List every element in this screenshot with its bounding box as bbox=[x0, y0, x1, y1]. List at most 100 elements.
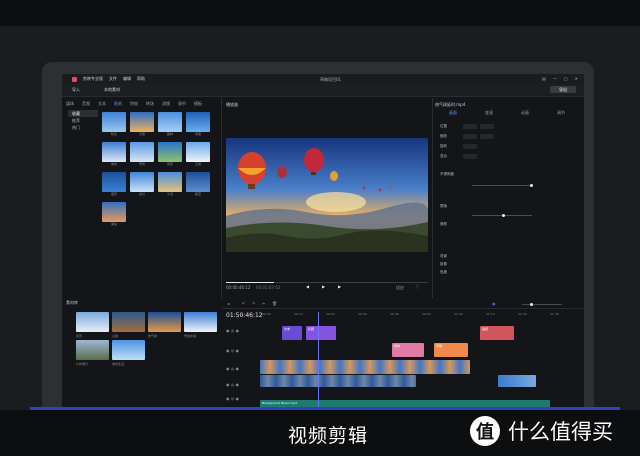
tab-stickers[interactable]: 贴纸 bbox=[114, 101, 122, 109]
thumbnail[interactable] bbox=[130, 172, 154, 192]
thumb-label: 海浪 bbox=[194, 132, 201, 136]
asset-thumbnail[interactable] bbox=[76, 312, 109, 332]
ruler-tick: 01:10 bbox=[486, 312, 495, 316]
thumbnail[interactable] bbox=[186, 142, 210, 162]
asset-thumbnail[interactable] bbox=[184, 312, 217, 332]
maximize-icon[interactable]: ▢ bbox=[564, 76, 568, 81]
tab-adjust[interactable]: 调节 bbox=[178, 101, 186, 109]
asset-thumbnail[interactable] bbox=[76, 340, 109, 360]
thumb-label: 湖泊 bbox=[110, 222, 117, 226]
magnet-icon[interactable]: ◉ bbox=[492, 301, 496, 306]
tab-speed[interactable]: 变速 bbox=[485, 110, 493, 116]
tab-animation[interactable]: 动画 bbox=[521, 110, 529, 116]
asset-thumbnail[interactable] bbox=[112, 312, 145, 332]
thumbnail[interactable] bbox=[158, 172, 182, 192]
tab-adjust[interactable]: 调节 bbox=[557, 110, 565, 116]
ruler-tick: 00:40 bbox=[390, 312, 399, 316]
tab-templates[interactable]: 模板 bbox=[194, 101, 202, 109]
x-field[interactable] bbox=[463, 124, 477, 129]
play-icon[interactable]: ▶ bbox=[322, 284, 325, 289]
clip-label: 特效 bbox=[394, 344, 401, 348]
thumbnail[interactable] bbox=[102, 202, 126, 222]
playhead[interactable] bbox=[318, 312, 319, 408]
rotate-field[interactable] bbox=[463, 144, 477, 149]
split-icon[interactable]: ✂ bbox=[262, 301, 265, 306]
thumbnail[interactable] bbox=[130, 142, 154, 162]
category-item[interactable]: 推荐 bbox=[68, 117, 98, 124]
y-field[interactable] bbox=[480, 124, 494, 129]
timeline-clip[interactable]: 字幕 bbox=[434, 343, 468, 357]
delete-icon[interactable]: 🗑 bbox=[272, 301, 277, 306]
video-clip-strip[interactable] bbox=[260, 375, 416, 387]
fullscreen-icon[interactable]: ⛶ bbox=[416, 284, 419, 289]
redo-icon[interactable]: ↷ bbox=[252, 301, 255, 306]
scale-field[interactable] bbox=[480, 134, 494, 139]
divider bbox=[432, 98, 433, 298]
import-button[interactable]: 导入 bbox=[72, 87, 80, 93]
track-controls[interactable]: ◉ ◎ ◉ bbox=[226, 396, 239, 401]
track-controls[interactable]: ◉ ◎ ◉ bbox=[226, 348, 239, 353]
select-icon[interactable]: ▸ bbox=[228, 301, 230, 306]
asset-thumbnail[interactable] bbox=[148, 312, 181, 332]
ratio-select[interactable]: 适应 bbox=[396, 285, 404, 291]
track-controls[interactable]: ◉ ◎ ◉ bbox=[226, 382, 239, 387]
thumbnail[interactable] bbox=[186, 112, 210, 132]
row-label: 背景 bbox=[440, 254, 447, 258]
close-icon[interactable]: ✕ bbox=[575, 76, 578, 81]
timeline-clip[interactable]: 文本 bbox=[282, 326, 302, 340]
tab-filters[interactable]: 滤镜 bbox=[162, 101, 170, 109]
menu-file[interactable]: 文件 bbox=[109, 76, 117, 82]
thumb-label: 森林 bbox=[166, 132, 173, 136]
scale-field[interactable] bbox=[463, 134, 477, 139]
zoom-slider[interactable] bbox=[522, 303, 562, 306]
track-controls[interactable]: ◉ ◎ ◉ bbox=[226, 366, 239, 371]
tab-effects[interactable]: 特效 bbox=[130, 101, 138, 109]
thumbnail[interactable] bbox=[158, 112, 182, 132]
minimize-icon[interactable]: — bbox=[553, 76, 557, 81]
video-preview[interactable] bbox=[226, 138, 428, 252]
timeline-ruler: 00:00 00:10 00:20 00:30 00:40 00:50 01:0… bbox=[260, 312, 582, 318]
prev-frame-icon[interactable]: ◀ bbox=[306, 284, 309, 289]
menu-edit[interactable]: 编辑 bbox=[123, 76, 131, 82]
timeline-clip[interactable]: 标题 bbox=[306, 326, 336, 340]
progress-track[interactable] bbox=[226, 282, 428, 283]
video-clip[interactable] bbox=[498, 375, 536, 387]
thumbnail[interactable] bbox=[102, 112, 126, 132]
slider-knob[interactable] bbox=[530, 184, 533, 187]
thumbnail[interactable] bbox=[102, 142, 126, 162]
inspector-row: 抠像 bbox=[440, 262, 447, 267]
asset-thumbnail[interactable] bbox=[112, 340, 145, 360]
layout-icon[interactable]: ▤ bbox=[542, 76, 546, 81]
timeline-timecode: 01:50:46:12 bbox=[226, 312, 263, 319]
undo-icon[interactable]: ↶ bbox=[242, 301, 245, 306]
tab-text[interactable]: 文本 bbox=[98, 101, 106, 109]
category-item[interactable]: 热门 bbox=[68, 124, 98, 131]
tab-picture[interactable]: 画面 bbox=[449, 110, 457, 116]
ruler-tick: 01:20 bbox=[518, 312, 527, 316]
thumbnail[interactable] bbox=[158, 142, 182, 162]
thumb-label: 日落 bbox=[138, 132, 145, 136]
export-button[interactable]: 导出 bbox=[550, 86, 576, 93]
inspector-row: 色度 bbox=[440, 270, 447, 275]
video-clip-strip[interactable] bbox=[260, 360, 470, 374]
category-item[interactable]: 收藏 bbox=[68, 110, 98, 117]
local-media-button[interactable]: 本地素材 bbox=[104, 87, 120, 93]
tab-transitions[interactable]: 转场 bbox=[146, 101, 154, 109]
opacity-slider[interactable] bbox=[472, 184, 533, 187]
next-frame-icon[interactable]: ▶ bbox=[338, 284, 341, 289]
thumbnail[interactable] bbox=[130, 112, 154, 132]
timeline-clip[interactable]: 贴纸 bbox=[480, 326, 514, 340]
slider-knob[interactable] bbox=[530, 303, 533, 306]
thumbnail[interactable] bbox=[102, 172, 126, 192]
timeline-clip[interactable]: 特效 bbox=[392, 343, 424, 357]
tab-audio[interactable]: 音频 bbox=[82, 101, 90, 109]
blend-field[interactable] bbox=[463, 154, 477, 159]
tab-media[interactable]: 媒体 bbox=[66, 101, 74, 109]
menu-help[interactable]: 帮助 bbox=[137, 76, 145, 82]
track-controls[interactable]: ◉ ◎ ◉ bbox=[226, 328, 239, 333]
slider-knob[interactable] bbox=[502, 214, 505, 217]
thumbnail[interactable] bbox=[186, 172, 210, 192]
mask-slider[interactable] bbox=[472, 214, 532, 217]
thumb-label: 草原 bbox=[166, 162, 173, 166]
inspector-row: 背景 bbox=[440, 254, 447, 259]
